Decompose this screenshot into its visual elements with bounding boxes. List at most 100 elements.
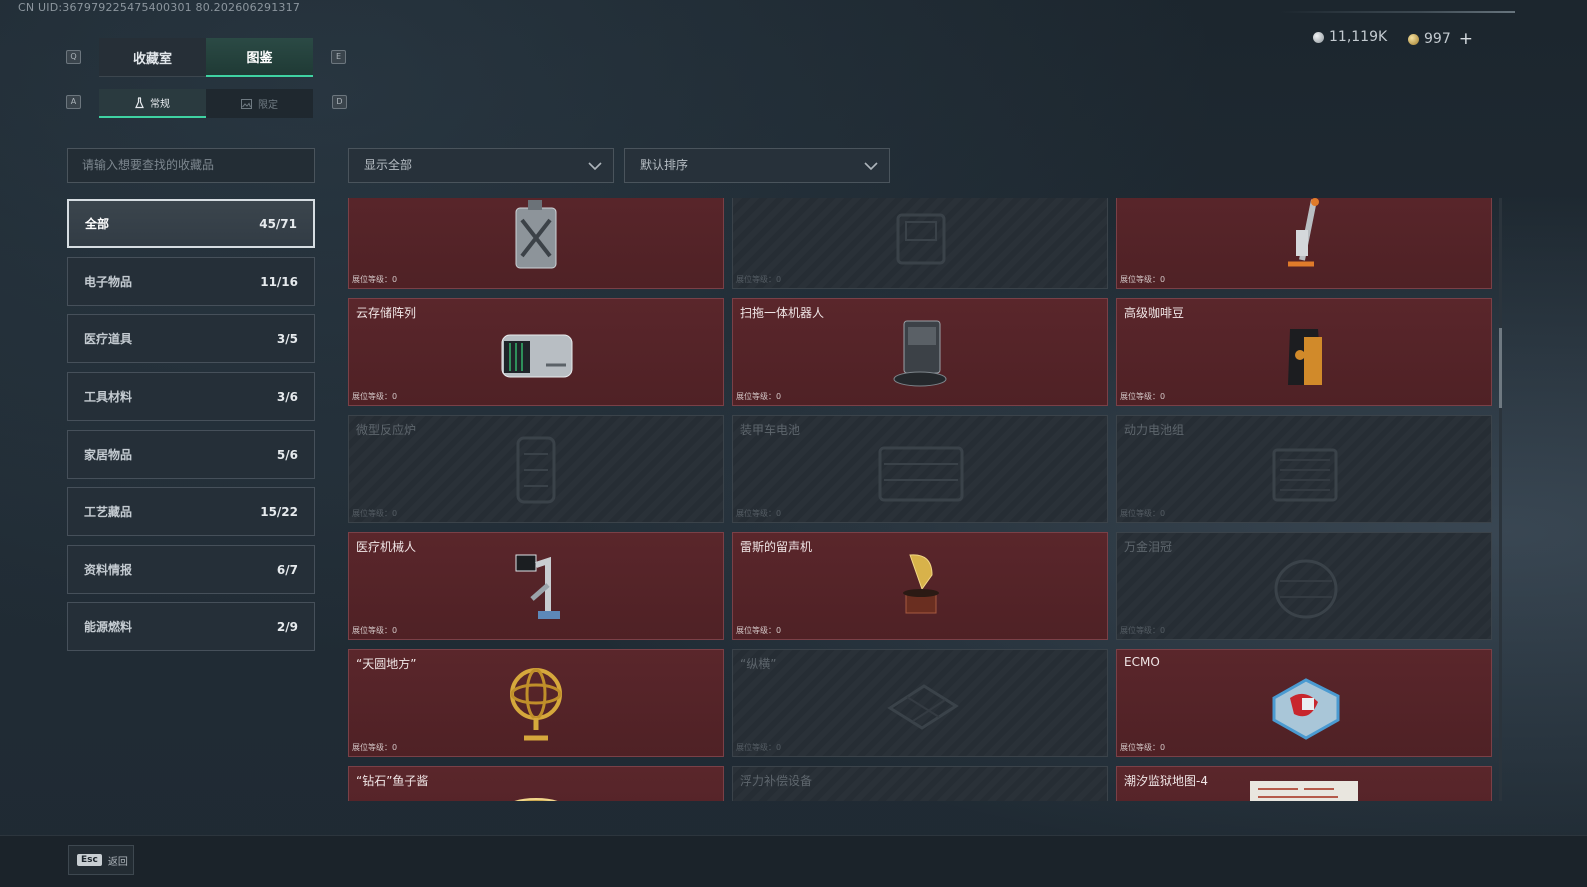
tab-regular[interactable]: 常规	[99, 89, 206, 118]
gold-coin-icon	[1408, 33, 1419, 45]
tab-catalog[interactable]: 图鉴	[206, 38, 313, 77]
category-electronics[interactable]: 电子物品 11/16	[67, 257, 315, 306]
item-card[interactable]: 云存储阵列 展位等级：0	[348, 298, 724, 406]
coffee-bag-icon	[1288, 329, 1322, 385]
category-count: 2/9	[276, 619, 298, 634]
booth-level-value: 0	[392, 392, 398, 401]
gramophone-icon	[903, 554, 939, 614]
key-hint-d: D	[332, 95, 347, 109]
booth-level: 展位等级：0	[736, 274, 781, 285]
category-count: 45/71	[259, 216, 297, 231]
category-medical[interactable]: 医疗道具 3/5	[67, 314, 315, 363]
category-label: 医疗道具	[84, 332, 133, 346]
booth-level: 展位等级：0	[736, 508, 781, 519]
search-input[interactable]: 请输入想要查找的收藏品	[67, 148, 315, 183]
filter-dropdown[interactable]: 显示全部	[348, 148, 614, 183]
silver-currency-value: 11,119K	[1329, 29, 1388, 45]
item-card[interactable]: 装甲车电池 展位等级：0	[732, 415, 1108, 523]
item-name: “纵横”	[740, 657, 777, 671]
item-card[interactable]: 展位等级：0	[732, 198, 1108, 289]
item-card[interactable]: 雷斯的留声机 展位等级：0	[732, 532, 1108, 640]
item-card[interactable]: “天圆地方” 展位等级：0	[348, 649, 724, 757]
booth-level-value: 0	[392, 275, 398, 284]
item-card[interactable]: 展位等级：0	[1116, 198, 1492, 289]
booth-level-label: 展位等级：	[736, 392, 776, 401]
scrollbar-thumb[interactable]	[1499, 328, 1502, 408]
add-currency-button[interactable]: +	[1459, 29, 1473, 49]
chevron-down-icon	[588, 162, 602, 171]
booth-level-label: 展位等级：	[352, 626, 392, 635]
category-label: 资料情报	[84, 563, 133, 577]
tab-collection-room[interactable]: 收藏室	[99, 38, 206, 77]
battery-icon	[878, 446, 964, 502]
silver-currency: 11,119K	[1313, 29, 1387, 45]
back-button[interactable]: Esc 返回	[68, 845, 134, 875]
category-label: 工艺藏品	[84, 505, 133, 519]
booth-level-label: 展位等级：	[736, 275, 776, 284]
tab-regular-label: 常规	[150, 99, 170, 110]
booth-level-label: 展位等级：	[352, 392, 392, 401]
sort-dropdown[interactable]: 默认排序	[624, 148, 890, 183]
item-card[interactable]: 浮力补偿设备 展位等级：0	[732, 766, 1108, 801]
medical-robot-icon	[515, 554, 560, 619]
mop-robot-icon	[893, 320, 947, 387]
item-card[interactable]: 潮汐监狱地图-4 展位等级：0	[1116, 766, 1492, 801]
item-grid: 展位等级：0 展位等级：0 展位等级：0 云存储阵列 展位等级：0 扫拖一体机器…	[348, 198, 1493, 801]
armillary-sphere-icon	[510, 668, 562, 741]
caviar-icon	[514, 798, 558, 801]
booth-level-label: 展位等级：	[352, 743, 392, 752]
grid-scrollbar[interactable]	[1499, 198, 1502, 801]
item-card[interactable]: 微型反应炉 展位等级：0	[348, 415, 724, 523]
booth-level: 展位等级：0	[736, 391, 781, 402]
crown-icon	[1274, 559, 1338, 619]
item-card[interactable]: ECMO 展位等级：0	[1116, 649, 1492, 757]
booth-level-label: 展位等级：	[736, 743, 776, 752]
item-card[interactable]: 万金泪冠 展位等级：0	[1116, 532, 1492, 640]
category-tools[interactable]: 工具材料 3/6	[67, 372, 315, 421]
booth-level-label: 展位等级：	[352, 275, 392, 284]
vacuum-icon	[1288, 198, 1319, 267]
category-energy[interactable]: 能源燃料 2/9	[67, 602, 315, 651]
item-name: 微型反应炉	[356, 423, 417, 437]
item-card[interactable]: 高级咖啡豆 展位等级：0	[1116, 298, 1492, 406]
tab-limited[interactable]: 限定	[206, 89, 313, 118]
booth-level: 展位等级：0	[736, 742, 781, 753]
gold-currency-value: 997	[1424, 31, 1451, 47]
key-hint-a: A	[66, 95, 81, 109]
item-card[interactable]: 扫拖一体机器人 展位等级：0	[732, 298, 1108, 406]
item-card[interactable]: 医疗机械人 展位等级：0	[348, 532, 724, 640]
category-household[interactable]: 家居物品 5/6	[67, 430, 315, 479]
item-name: 万金泪冠	[1124, 540, 1173, 554]
booth-level: 展位等级：0	[352, 391, 397, 402]
booth-level-value: 0	[776, 743, 782, 752]
item-name: 潮汐监狱地图-4	[1124, 774, 1208, 788]
booth-level-value: 0	[392, 626, 398, 635]
item-card[interactable]: 动力电池组 展位等级：0	[1116, 415, 1492, 523]
category-crafts[interactable]: 工艺藏品 15/22	[67, 487, 315, 536]
image-icon	[241, 98, 252, 109]
category-intel[interactable]: 资料情报 6/7	[67, 545, 315, 594]
item-name: 扫拖一体机器人	[740, 306, 825, 320]
category-all[interactable]: 全部 45/71	[67, 199, 315, 248]
booth-level-label: 展位等级：	[352, 509, 392, 518]
key-hint-e: E	[331, 50, 346, 64]
booth-level-value: 0	[776, 392, 782, 401]
tab-limited-label: 限定	[258, 100, 278, 111]
booth-level-value: 0	[1160, 275, 1166, 284]
item-card[interactable]: 展位等级：0	[348, 198, 724, 289]
booth-level-value: 0	[776, 626, 782, 635]
booth-level-label: 展位等级：	[1120, 743, 1160, 752]
category-count: 15/22	[260, 504, 298, 519]
item-name: ECMO	[1124, 655, 1160, 669]
silver-coin-icon	[1313, 31, 1324, 43]
booth-level-label: 展位等级：	[736, 509, 776, 518]
category-count: 3/5	[276, 331, 298, 346]
item-name: “天圆地方”	[356, 657, 417, 671]
sort-dropdown-value: 默认排序	[640, 158, 689, 172]
uid-label: CN UID:367979225475400301 80.20260629131…	[18, 1, 301, 14]
storage-array-icon	[501, 334, 573, 378]
item-name: 医疗机械人	[356, 540, 417, 554]
booth-level: 展位等级：0	[1120, 742, 1165, 753]
item-card[interactable]: “钻石”鱼子酱 展位等级：0	[348, 766, 724, 801]
item-card[interactable]: “纵横” 展位等级：0	[732, 649, 1108, 757]
